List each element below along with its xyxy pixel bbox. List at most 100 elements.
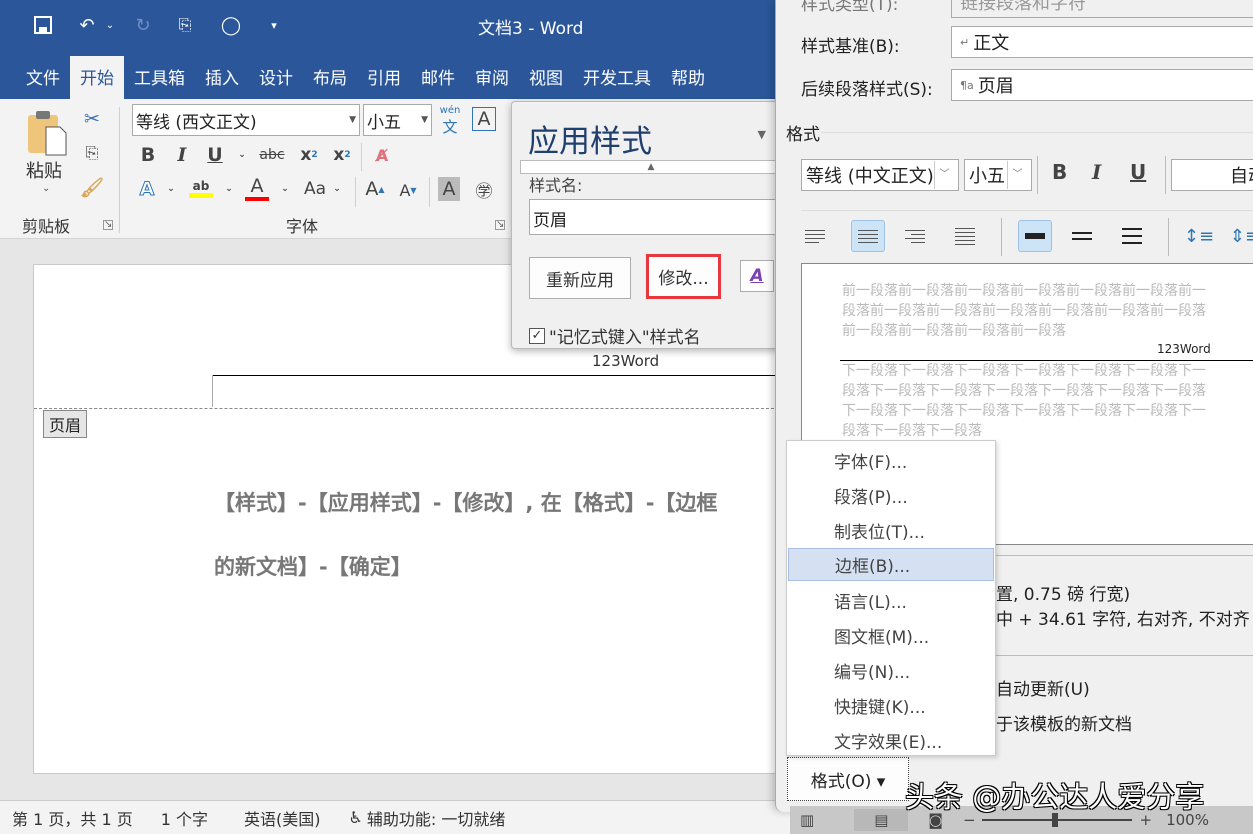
menu-item-shortcut-key[interactable]: 快捷键(K)... (788, 689, 994, 722)
superscript-icon[interactable]: x2 (330, 143, 354, 167)
italic-icon[interactable]: I (172, 143, 192, 167)
underline-icon[interactable]: U (1130, 160, 1146, 184)
menu-item-paragraph[interactable]: 段落(P)... (788, 479, 994, 512)
menu-item-border[interactable]: 边框(B)... (788, 548, 994, 581)
modify-button[interactable]: 修改... (646, 254, 721, 299)
circle-icon[interactable]: ◯ (218, 12, 244, 38)
dialog-size-combo[interactable]: 小五 ﹀ (964, 159, 1032, 191)
accessibility-icon[interactable]: ♿ (349, 808, 363, 827)
tab-review[interactable]: 审阅 (465, 56, 519, 100)
zoom-slider[interactable] (981, 813, 1132, 827)
paste-icon[interactable] (26, 109, 68, 157)
style-name-input[interactable]: 页眉 (529, 199, 782, 235)
customize-quick-access-icon[interactable]: ▾ (264, 12, 284, 38)
tab-insert[interactable]: 插入 (195, 56, 249, 100)
style-type-field[interactable]: 链接段落和字符 (951, 0, 1253, 18)
underline-icon[interactable]: U (205, 143, 225, 167)
menu-item-text-effects[interactable]: 文字效果(E)... (788, 724, 994, 757)
clipboard-launcher-icon[interactable]: ↘ (103, 220, 113, 230)
paste-button[interactable]: 粘贴 (26, 157, 62, 183)
clear-formatting-icon[interactable]: A̸ (370, 143, 394, 167)
print-layout-icon[interactable]: ▤ (854, 809, 909, 831)
enclose-characters-icon[interactable]: ㊫ (472, 177, 496, 202)
font-color-dropdown-icon[interactable]: ⌄ (279, 181, 291, 197)
tab-layout[interactable]: 布局 (303, 56, 357, 100)
word-count[interactable]: 1 个字 (161, 806, 208, 830)
decrease-spacing-icon[interactable]: ⇕≡ (1228, 220, 1253, 252)
menu-item-numbering[interactable]: 编号(N)... (788, 654, 994, 687)
header-text[interactable]: 123Word (592, 352, 659, 370)
format-painter-icon[interactable]: 🖌 (80, 175, 104, 199)
highlight-dropdown-icon[interactable]: ⌄ (223, 181, 235, 197)
tab-design[interactable]: 设计 (249, 56, 303, 100)
double-spacing-icon[interactable] (1115, 220, 1149, 252)
bold-icon[interactable]: B (138, 143, 158, 167)
tab-developer[interactable]: 开发工具 (573, 56, 661, 100)
menu-item-language[interactable]: 语言(L)... (788, 584, 994, 617)
text-effects-dropdown-icon[interactable]: ⌄ (165, 181, 177, 197)
menu-item-font[interactable]: 字体(F)... (788, 444, 994, 477)
increase-spacing-icon[interactable]: ↕≡ (1182, 220, 1216, 252)
undo-icon[interactable]: ↶ (74, 12, 100, 38)
align-left-icon[interactable] (798, 220, 832, 252)
font-launcher-icon[interactable]: ↘ (495, 220, 505, 230)
tab-help[interactable]: 帮助 (661, 56, 715, 100)
font-name-combo[interactable]: 等线 (西文正文) ▼ (132, 104, 360, 136)
character-border-icon[interactable]: A (472, 107, 496, 131)
checkbox-checked-icon[interactable]: ✓ (529, 327, 545, 344)
font-size-combo[interactable]: 小五 ▼ (363, 104, 432, 136)
font-color-icon[interactable]: A (244, 175, 270, 201)
read-mode-icon[interactable]: ▥ (800, 811, 814, 829)
undo-dropdown-icon[interactable]: ⌄ (104, 12, 116, 38)
menu-item-frame[interactable]: 图文框(M)... (788, 619, 994, 652)
tab-references[interactable]: 引用 (357, 56, 411, 100)
touch-mode-icon[interactable]: ⎘ (172, 12, 198, 38)
dialog-font-combo[interactable]: 等线 (中文正文) ﹀ (801, 159, 959, 191)
align-right-icon[interactable] (898, 220, 932, 252)
cut-icon[interactable]: ✂ (80, 107, 104, 131)
paste-dropdown-icon[interactable]: ⌄ (42, 183, 50, 194)
tab-file[interactable]: 文件 (16, 56, 70, 100)
pane-options-icon[interactable]: ▼ (758, 128, 766, 141)
underline-dropdown-icon[interactable]: ⌄ (236, 147, 248, 163)
redo-icon[interactable]: ↻ (130, 12, 156, 38)
auto-update-checkbox-label[interactable]: 自动更新(U) (996, 675, 1090, 700)
menu-item-tabs[interactable]: 制表位(T)... (788, 514, 994, 547)
font-color-combo[interactable]: 自动 (1171, 159, 1253, 191)
highlight-icon[interactable]: ab (188, 175, 214, 201)
align-center-icon[interactable] (851, 220, 885, 252)
change-case-icon[interactable]: Aa (300, 177, 330, 201)
autocomplete-checkbox[interactable]: ✓ "记忆式键入"样式名 (529, 323, 701, 348)
italic-icon[interactable]: I (1092, 160, 1101, 184)
grow-font-icon[interactable]: A ▲ (364, 177, 386, 201)
body-line[interactable]: 【样式】-【应用样式】-【修改】, 在【格式】-【边框 (214, 487, 717, 517)
accessibility-status[interactable]: 辅助功能: 一切就绪 (367, 806, 505, 830)
justify-icon[interactable] (948, 220, 982, 252)
text-effects-icon[interactable]: A (136, 177, 158, 201)
next-style-value: 页眉 (977, 76, 1014, 97)
copy-icon[interactable]: ⎘ (80, 141, 104, 165)
template-option-label[interactable]: 于该模板的新文档 (996, 710, 1132, 735)
tab-home[interactable]: 开始 (70, 56, 124, 100)
single-spacing-icon[interactable] (1018, 220, 1052, 252)
phonetic-guide-icon[interactable]: wén 文 (438, 105, 462, 136)
strikethrough-icon[interactable]: abc (257, 143, 287, 167)
body-line[interactable]: 的新文档】-【确定】 (214, 551, 412, 581)
change-case-dropdown-icon[interactable]: ⌄ (331, 181, 343, 197)
one-half-spacing-icon[interactable] (1065, 220, 1099, 252)
bold-icon[interactable]: B (1052, 160, 1067, 184)
styles-pane-icon[interactable]: A (740, 260, 774, 292)
character-shading-icon[interactable]: A (438, 177, 460, 201)
reapply-button[interactable]: 重新应用 (529, 257, 631, 299)
tab-view[interactable]: 视图 (519, 56, 573, 100)
tab-toolbox[interactable]: 工具箱 (124, 56, 195, 100)
page-count[interactable]: 第 1 页，共 1 页 (12, 806, 133, 830)
based-on-field[interactable]: ↵ 正文 (951, 26, 1253, 58)
subscript-icon[interactable]: x2 (297, 143, 321, 167)
save-icon[interactable] (32, 12, 54, 38)
tab-mailings[interactable]: 邮件 (411, 56, 465, 100)
format-dropdown-button[interactable]: 格式(O) ▾ (787, 757, 909, 801)
language-status[interactable]: 英语(美国) (244, 806, 321, 830)
shrink-font-icon[interactable]: A ▼ (397, 179, 419, 201)
next-style-field[interactable]: ¶a 页眉 (951, 69, 1253, 101)
